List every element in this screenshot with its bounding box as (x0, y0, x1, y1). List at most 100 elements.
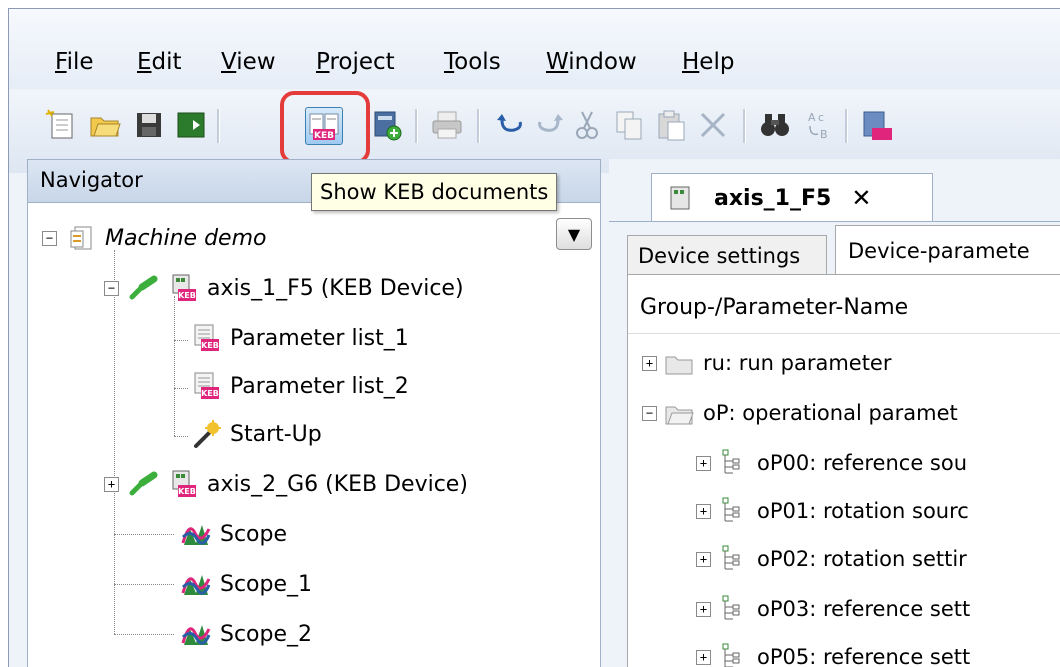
tab-label: axis_1_F5 (714, 185, 832, 211)
copy-button[interactable] (611, 107, 647, 143)
open-button[interactable] (87, 107, 123, 143)
tree-item-scope[interactable]: Scope (180, 514, 287, 554)
import-arrow-icon (177, 112, 205, 138)
svg-text:B: B (820, 128, 828, 141)
toolbar-separator (477, 109, 480, 143)
svg-text:KEB: KEB (201, 341, 219, 350)
menu-help[interactable]: Help (682, 49, 734, 75)
tree-item-start-up[interactable]: Start-Up (190, 414, 322, 454)
tree-item-label: Parameter list_1 (230, 325, 409, 351)
scope-icon (180, 618, 212, 650)
connection-plug-icon (127, 468, 159, 500)
parameter-tree: Group-/Parameter-Name + ru: run paramete… (627, 274, 1060, 667)
new-project-button[interactable] (43, 107, 79, 143)
redo-button[interactable] (531, 107, 567, 143)
tree-item-scope-1[interactable]: Scope_1 (180, 564, 312, 604)
tab-axis-1-f5[interactable]: axis_1_F5 ✕ (651, 173, 933, 222)
magic-wand-icon (190, 418, 222, 450)
tree-line (114, 634, 174, 635)
tree-item-label: axis_2_G6 (KEB Device) (207, 471, 468, 497)
collapse-icon[interactable]: − (642, 405, 657, 421)
replace-button[interactable]: AcB (801, 107, 837, 143)
save-disk-icon (137, 113, 161, 137)
undo-icon (497, 114, 522, 132)
param-row-op00[interactable]: + oP00: reference sou (696, 443, 967, 483)
parameter-tree-icon (717, 495, 749, 527)
expand-icon[interactable]: + (696, 551, 711, 567)
copy-icon (616, 111, 642, 140)
group-row-op[interactable]: − oP: operational paramet (642, 393, 958, 433)
param-row-op05[interactable]: + oP05: reference sett (696, 637, 970, 667)
print-button[interactable] (429, 107, 465, 143)
tree-item-machine-demo[interactable]: − Machine demo (42, 218, 266, 258)
keb-device-icon: KEB (167, 468, 199, 500)
expand-icon[interactable]: + (696, 601, 711, 617)
param-row-op01[interactable]: + oP01: rotation sourc (696, 491, 969, 531)
chevron-down-icon: ▼ (567, 224, 581, 244)
keb-device-icon: KEB (167, 272, 199, 304)
collapse-icon[interactable]: − (42, 230, 57, 246)
parameter-tree-icon (717, 447, 749, 479)
tree-item-axis-2[interactable]: + KEB axis_2_G6 (KEB Device) (104, 464, 468, 504)
cut-button[interactable] (569, 107, 605, 143)
expand-icon[interactable]: + (642, 355, 657, 371)
tree-item-axis-1[interactable]: − KEB axis_1_F5 (KEB Device) (104, 268, 464, 308)
collapse-icon[interactable]: − (104, 280, 119, 296)
paste-button[interactable] (653, 107, 689, 143)
connection-plug-icon (127, 272, 159, 304)
project-document-icon (65, 222, 97, 254)
tree-line (174, 296, 175, 436)
tree-line (114, 490, 115, 634)
menu-tools[interactable]: Tools (444, 49, 501, 75)
tab-device-settings[interactable]: Device settings (627, 235, 827, 275)
keb-tool-button[interactable] (859, 107, 895, 143)
param-row-op02[interactable]: + oP02: rotation settir (696, 539, 967, 579)
find-button[interactable] (757, 107, 793, 143)
add-device-button[interactable] (369, 107, 405, 143)
menu-edit[interactable]: Edit (137, 49, 182, 75)
delete-button[interactable] (695, 107, 731, 143)
param-row-op03[interactable]: + oP03: reference sett (696, 589, 970, 629)
tree-item-label: Parameter list_2 (230, 373, 409, 399)
tree-line (174, 340, 188, 341)
expand-icon[interactable]: + (696, 503, 711, 519)
document-area: axis_1_F5 ✕ Device settings Device-param… (609, 159, 1060, 667)
tree-item-label: Scope_1 (220, 571, 313, 597)
param-label: oP02: rotation settir (757, 547, 967, 571)
parameter-tree-icon (717, 543, 749, 575)
keb-tool-icon (863, 111, 892, 140)
menu-window[interactable]: Window (546, 49, 637, 75)
scissors-icon (576, 111, 598, 139)
tree-item-parameter-list-1[interactable]: KEB Parameter list_1 (190, 318, 409, 358)
import-button[interactable] (173, 107, 209, 143)
scope-icon (180, 568, 212, 600)
column-header-label: Group-/Parameter-Name (640, 295, 909, 320)
tab-device-parameters[interactable]: Device-paramete (835, 225, 1060, 275)
param-label: oP03: reference sett (757, 597, 971, 621)
close-icon[interactable]: ✕ (851, 184, 871, 212)
svg-text:KEB: KEB (178, 487, 196, 496)
tree-item-label: Machine demo (105, 225, 267, 251)
group-row-ru[interactable]: + ru: run parameter (642, 343, 892, 383)
tree-item-scope-2[interactable]: Scope_2 (180, 614, 312, 654)
group-label: oP: operational paramet (703, 401, 958, 425)
expand-icon[interactable]: + (696, 455, 711, 471)
param-label: oP00: reference sou (757, 451, 968, 475)
svg-text:KEB: KEB (201, 389, 219, 398)
parameter-list-icon: KEB (190, 370, 222, 402)
tree-item-parameter-list-2[interactable]: KEB Parameter list_2 (190, 366, 409, 406)
expand-icon[interactable]: + (696, 649, 711, 665)
menu-view[interactable]: View (221, 49, 276, 75)
save-button[interactable] (131, 107, 167, 143)
menu-bar: File Edit View Project Tools Window Help (9, 9, 1060, 89)
binoculars-icon (761, 114, 789, 136)
navigator-title: Navigator (40, 168, 143, 192)
menu-project[interactable]: Project (316, 49, 395, 75)
navigator-dropdown-button[interactable]: ▼ (556, 218, 592, 250)
parameter-tree-icon (717, 641, 749, 667)
find-replace-icon: AcB (808, 111, 828, 141)
toolbar-separator (217, 109, 220, 143)
expand-icon[interactable]: + (104, 476, 119, 492)
undo-button[interactable] (493, 107, 529, 143)
menu-file[interactable]: File (55, 49, 94, 75)
